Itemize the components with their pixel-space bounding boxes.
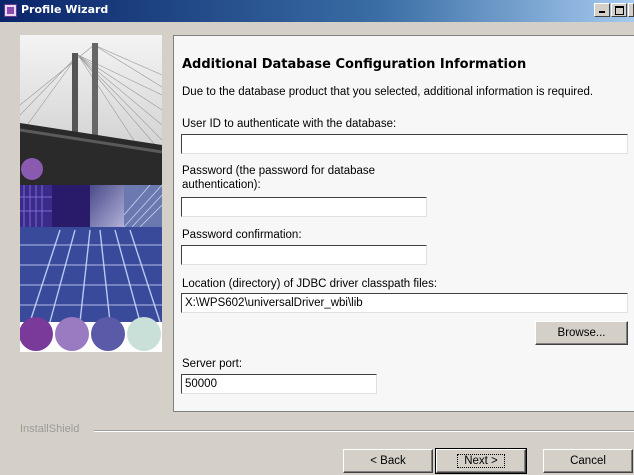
maximize-icon[interactable] <box>611 3 627 17</box>
minimize-icon[interactable] <box>594 3 610 17</box>
password-confirm-input[interactable] <box>181 245 427 265</box>
close-icon[interactable] <box>628 3 634 17</box>
jdbc-location-input[interactable] <box>181 293 628 313</box>
next-button-label: Next > <box>457 454 505 468</box>
panel-heading: Additional Database Configuration Inform… <box>182 57 527 72</box>
next-button[interactable]: Next > <box>435 448 527 474</box>
title-bar[interactable]: Profile Wizard <box>0 0 634 22</box>
user-id-label: User ID to authenticate with the databas… <box>182 118 397 130</box>
window-title: Profile Wizard <box>21 3 109 16</box>
back-button[interactable]: < Back <box>343 449 433 473</box>
password-label-line2: authentication): <box>182 179 261 191</box>
user-id-input[interactable] <box>181 134 628 154</box>
wizard-icon <box>4 4 17 17</box>
cancel-button[interactable]: Cancel <box>543 449 633 473</box>
jdbc-location-label: Location (directory) of JDBC driver clas… <box>182 278 438 290</box>
password-input[interactable] <box>181 197 427 217</box>
browse-button[interactable]: Browse... <box>535 321 628 345</box>
server-port-input[interactable] <box>181 374 377 394</box>
password-confirm-label: Password confirmation: <box>182 229 302 241</box>
panel-description: Due to the database product that you sel… <box>182 86 594 98</box>
installshield-brand: InstallShield <box>20 423 80 435</box>
wizard-banner-image <box>20 35 162 352</box>
password-label-line1: Password (the password for database <box>182 165 376 177</box>
wizard-content-panel: Additional Database Configuration Inform… <box>173 35 634 412</box>
window-controls <box>594 3 634 17</box>
server-port-label: Server port: <box>182 358 243 370</box>
footer-divider <box>94 430 634 432</box>
